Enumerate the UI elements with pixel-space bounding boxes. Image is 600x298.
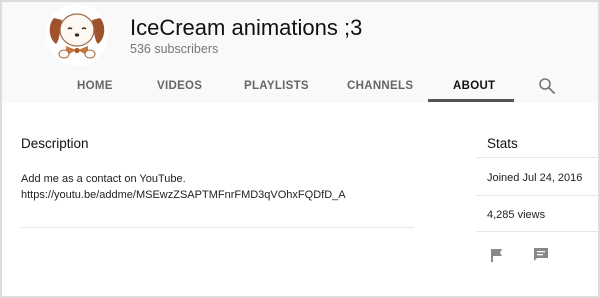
channel-page: IceCream animations ;3 536 subscribers H… (0, 0, 600, 298)
channel-header: IceCream animations ;3 536 subscribers H… (2, 2, 598, 103)
tab-playlists[interactable]: PLAYLISTS (244, 80, 309, 92)
description-divider (21, 227, 414, 228)
search-icon[interactable] (538, 77, 556, 95)
stats-divider (476, 157, 598, 158)
about-content: Description Add me as a contact on YouTu… (2, 103, 598, 296)
description-heading: Description (21, 136, 89, 151)
view-count: 4,285 views (487, 209, 546, 221)
stats-heading: Stats (487, 136, 518, 151)
description-text: Add me as a contact on YouTube. https://… (21, 173, 346, 201)
avatar[interactable] (46, 4, 108, 66)
tab-channels[interactable]: CHANNELS (347, 80, 413, 92)
tab-videos[interactable]: VIDEOS (157, 80, 202, 92)
joined-date: Joined Jul 24, 2016 (487, 172, 583, 184)
stats-divider (476, 195, 598, 196)
stats-divider (476, 231, 598, 232)
tab-home[interactable]: HOME (77, 80, 113, 92)
subscriber-count: 536 subscribers (130, 42, 219, 56)
tab-about[interactable]: ABOUT (453, 80, 495, 92)
active-tab-indicator (428, 99, 514, 102)
message-icon[interactable] (532, 246, 550, 264)
puppy-avatar-icon (46, 4, 108, 66)
channel-name[interactable]: IceCream animations ;3 (130, 15, 362, 41)
flag-icon[interactable] (489, 247, 505, 263)
